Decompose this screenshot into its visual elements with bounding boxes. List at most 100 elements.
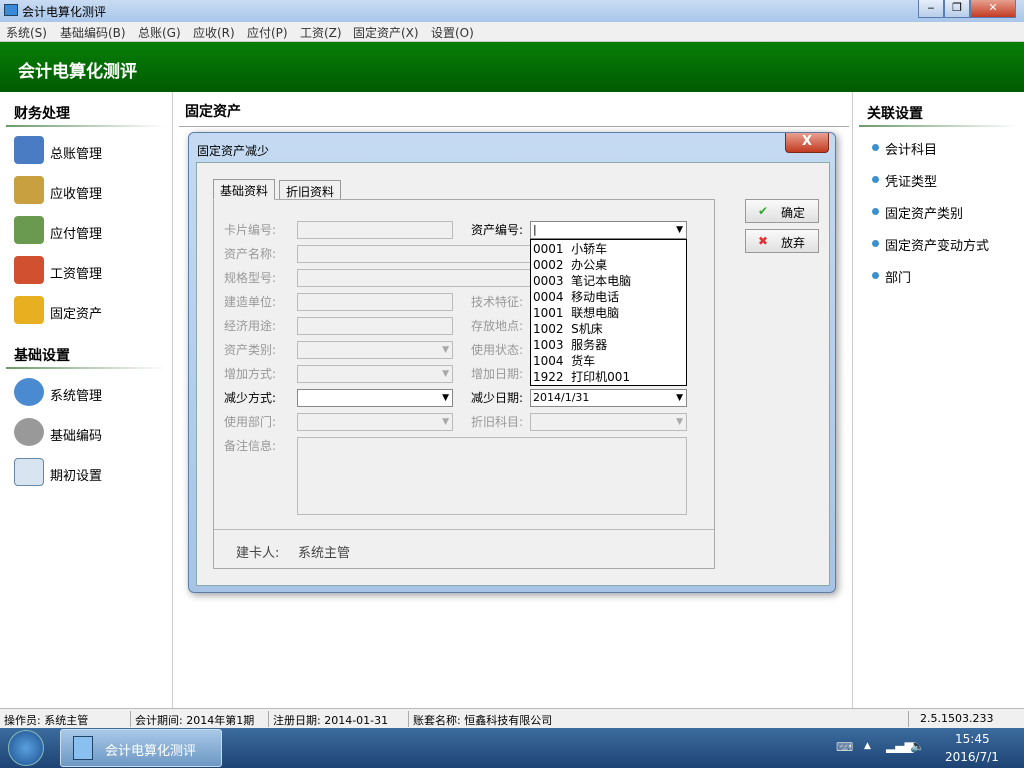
- reduce-date-value: 2014/1/31: [533, 391, 590, 404]
- nav-label: 工资管理: [50, 267, 103, 282]
- reduce-date-picker[interactable]: 2014/1/31 ▼: [530, 389, 687, 407]
- menu-settings[interactable]: 设置(O): [431, 24, 474, 41]
- chevron-down-icon[interactable]: ▼: [676, 390, 683, 406]
- tab-basic[interactable]: 基础资料: [213, 179, 276, 200]
- nav-system[interactable]: 系统管理: [14, 378, 164, 408]
- asset-reduce-dialog: 固定资产减少 X 基础资料 折旧资料 卡片编号: 资产编号: | ▼ 资产名称: …: [188, 132, 836, 593]
- creator-value: 系统主管: [298, 546, 351, 561]
- taskbar-app-button[interactable]: 会计电算化测评: [60, 729, 222, 767]
- dropdown-option[interactable]: 1001 联想电脑: [533, 304, 619, 320]
- tab-panel: 卡片编号: 资产编号: | ▼ 资产名称: 规格型号: 建造单位: 技术特征: 经…: [213, 199, 715, 569]
- label-tech: 技术特征:: [471, 295, 524, 309]
- ledger-icon: [14, 136, 44, 164]
- dropdown-option[interactable]: 0004 移动电话: [533, 288, 619, 304]
- dropdown-option[interactable]: 0002 办公桌: [533, 256, 607, 272]
- restore-button[interactable]: ❐: [944, 0, 970, 18]
- app-icon: [4, 4, 18, 16]
- label-usage: 经济用途:: [224, 319, 277, 333]
- nav-label: 应收管理: [50, 187, 103, 202]
- asset-no-combo[interactable]: | ▼: [530, 221, 687, 239]
- menu-receivable[interactable]: 应收(R): [193, 24, 235, 41]
- dropdown-option[interactable]: 1003 服务器: [533, 336, 607, 352]
- banner-title: 会计电算化测评: [18, 62, 137, 82]
- nav-label: 固定资产: [50, 307, 103, 322]
- nav-label: 期初设置: [50, 469, 103, 484]
- reduce-method-combo[interactable]: ▼: [297, 389, 453, 407]
- keyboard-icon[interactable]: ⌨: [836, 740, 853, 754]
- start-button[interactable]: [8, 730, 44, 766]
- link-departments[interactable]: 部门: [871, 267, 911, 286]
- menu-fixed-assets[interactable]: 固定资产(X): [353, 24, 419, 41]
- page-title: 固定资产: [185, 104, 241, 120]
- divider: [6, 125, 166, 127]
- menu-system[interactable]: 系统(S): [6, 24, 47, 41]
- chevron-down-icon[interactable]: ▼: [676, 222, 683, 238]
- chevron-down-icon: ▼: [442, 369, 449, 379]
- section-finance: 财务处理: [14, 106, 70, 122]
- dialog-close-button[interactable]: X: [785, 133, 829, 153]
- dropdown-option[interactable]: 0001 小轿车: [533, 240, 607, 256]
- nav-payable[interactable]: 应付管理: [14, 216, 164, 246]
- divider: [179, 126, 849, 127]
- link-voucher-types[interactable]: 凭证类型: [871, 171, 937, 190]
- nav-basic-codes[interactable]: 基础编码: [14, 418, 164, 448]
- status-account: 账套名称: 恒鑫科技有限公司: [413, 714, 553, 727]
- menu-basic-codes[interactable]: 基础编码(B): [60, 24, 126, 41]
- nav-payroll[interactable]: 工资管理: [14, 256, 164, 286]
- usage-field: [297, 317, 453, 335]
- ok-button[interactable]: ✔ 确定: [745, 199, 819, 223]
- label-asset-name: 资产名称:: [224, 247, 277, 261]
- separator: [908, 711, 909, 727]
- menu-payable[interactable]: 应付(P): [247, 24, 288, 41]
- label-spec: 规格型号:: [224, 271, 277, 285]
- category-combo: ▼: [297, 341, 453, 359]
- tray-expand-icon[interactable]: ▲: [864, 741, 871, 751]
- link-accounts[interactable]: 会计科目: [871, 139, 937, 158]
- cancel-button[interactable]: ✖ 放弃: [745, 229, 819, 253]
- nav-initial[interactable]: 期初设置: [14, 458, 164, 488]
- tab-depreciation[interactable]: 折旧资料: [279, 180, 342, 199]
- label-dept: 使用部门:: [224, 415, 277, 429]
- link-asset-categories[interactable]: 固定资产类别: [871, 203, 963, 222]
- label-add-method: 增加方式:: [224, 367, 277, 381]
- window-title: 会计电算化测评: [22, 5, 107, 19]
- chevron-down-icon[interactable]: ▼: [442, 390, 449, 406]
- menu-ledger[interactable]: 总账(G): [138, 24, 181, 41]
- taskbar: 会计电算化测评 ⌨ ▲ ▂▄▆ 🔈 15:45 2016/7/1: [0, 728, 1024, 768]
- chevron-down-icon: ▼: [676, 417, 683, 427]
- chevron-down-icon: ▼: [442, 417, 449, 427]
- minimize-button[interactable]: ‒: [918, 0, 944, 18]
- dropdown-option[interactable]: 1002 S机床: [533, 320, 603, 336]
- label-reduce-date: 减少日期:: [471, 391, 524, 405]
- clock-time[interactable]: 15:45: [955, 732, 990, 746]
- volume-icon[interactable]: 🔈: [910, 739, 925, 753]
- clock-date[interactable]: 2016/7/1: [945, 750, 999, 764]
- dialog-title: 固定资产减少: [197, 144, 270, 158]
- check-icon: ✔: [758, 204, 769, 218]
- banner: 会计电算化测评: [0, 42, 1024, 92]
- depr-account-combo: ▼: [530, 413, 687, 431]
- menu-payroll[interactable]: 工资(Z): [300, 24, 342, 41]
- nav-receivable[interactable]: 应收管理: [14, 176, 164, 206]
- nav-ledger[interactable]: 总账管理: [14, 136, 164, 166]
- remark-field: [297, 437, 687, 515]
- chevron-down-icon: ▼: [442, 345, 449, 355]
- close-button[interactable]: ✕: [970, 0, 1016, 18]
- status-reg-date: 注册日期: 2014-01-31: [273, 714, 389, 727]
- section-related: 关联设置: [867, 106, 923, 122]
- nav-fixed-assets[interactable]: 固定资产: [14, 296, 164, 326]
- card-no-field: [297, 221, 453, 239]
- link-change-methods[interactable]: 固定资产变动方式: [871, 235, 989, 254]
- separator: [130, 711, 131, 727]
- dropdown-option[interactable]: 1922 打印机001: [533, 368, 630, 384]
- status-version: 2.5.1503.233: [920, 712, 994, 725]
- cross-icon: ✖: [758, 234, 769, 248]
- label-creator: 建卡人:: [236, 546, 280, 561]
- label-add-date: 增加日期:: [471, 367, 524, 381]
- dropdown-option[interactable]: 0003 笔记本电脑: [533, 272, 631, 288]
- money-icon: [14, 176, 44, 204]
- card-icon: [14, 256, 44, 284]
- divider: [214, 529, 714, 530]
- dropdown-option[interactable]: 1004 货车: [533, 352, 595, 368]
- divider: [859, 125, 1019, 127]
